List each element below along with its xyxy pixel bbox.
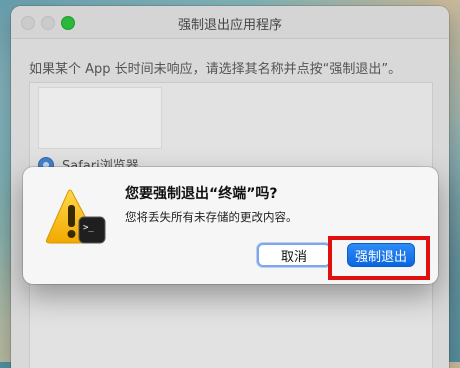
highlight-annotation-box: [328, 236, 430, 280]
warning-terminal-icon: >_: [45, 189, 107, 249]
cancel-button[interactable]: 取消: [257, 243, 331, 267]
dialog-message: 您将丢失所有未存储的更改内容。: [125, 210, 298, 224]
dialog-title: 您要强制退出“终端”吗?: [125, 186, 278, 202]
svg-text:>_: >_: [83, 223, 94, 233]
